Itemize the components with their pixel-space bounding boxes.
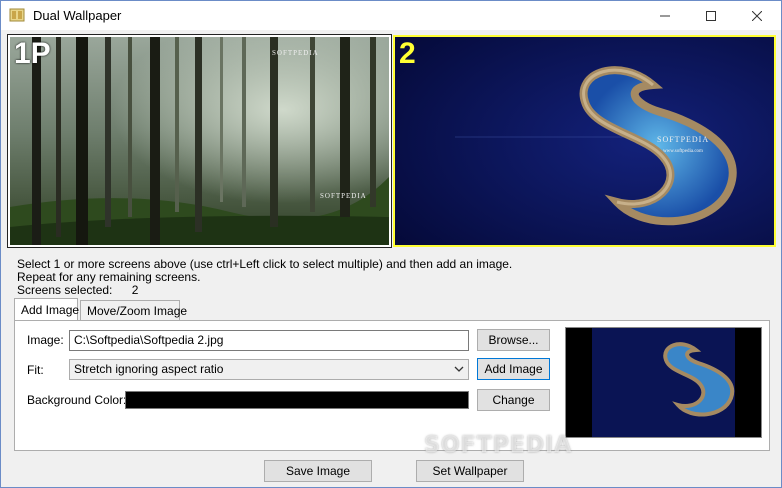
fit-select[interactable]: Stretch ignoring aspect ratio <box>69 359 469 380</box>
maximize-icon <box>706 10 716 21</box>
change-color-button[interactable]: Change <box>477 389 550 411</box>
window-title: Dual Wallpaper <box>33 8 122 23</box>
close-icon <box>752 10 762 21</box>
screen-1-preview[interactable]: 1P SOFTPEDIA SOFTPEDIA <box>7 34 392 248</box>
forest-wallpaper-image <box>10 37 389 245</box>
browse-button[interactable]: Browse... <box>477 329 550 351</box>
screen-1-watermark-top: SOFTPEDIA <box>272 49 319 57</box>
background-color-swatch[interactable] <box>125 391 469 409</box>
screen-2-label: 2 <box>399 37 416 70</box>
minimize-icon <box>660 15 670 16</box>
screens-selected-row: Screens selected: 2 <box>17 284 138 297</box>
image-path-field[interactable]: C:\Softpedia\Softpedia 2.jpg <box>69 330 469 351</box>
island-wallpaper-image <box>395 37 774 245</box>
screen-1-watermark-bottom: SOFTPEDIA <box>320 192 367 200</box>
save-image-button[interactable]: Save Image <box>264 460 372 482</box>
screens-selected-label: Screens selected: <box>17 283 113 297</box>
image-preview <box>565 327 762 438</box>
screen-2-watermark: SOFTPEDIA <box>657 135 710 144</box>
screen-2-watermark-url: www.softpedia.com <box>663 149 703 154</box>
screens-selected-value: 2 <box>131 283 139 297</box>
add-image-button[interactable]: Add Image <box>477 358 550 380</box>
tab-move-zoom-image[interactable]: Move/Zoom Image <box>80 300 187 320</box>
fit-label: Fit: <box>27 363 44 377</box>
screen-1-label: 1P <box>14 37 51 70</box>
chevron-down-icon <box>454 366 464 372</box>
softpedia-watermark: SOFTPEDIA <box>424 433 573 458</box>
background-color-label: Background Color: <box>27 393 127 407</box>
tab-add-image[interactable]: Add Image <box>14 298 79 320</box>
close-button[interactable] <box>734 1 780 30</box>
app-window: Dual Wallpaper 1P SOFTPEDIA SOFTPEDIA 2 … <box>0 0 782 488</box>
title-bar[interactable]: Dual Wallpaper <box>1 1 781 30</box>
set-wallpaper-button[interactable]: Set Wallpaper <box>416 460 524 482</box>
screen-2-preview[interactable]: 2 SOFTPEDIA www.softpedia.com <box>393 35 776 247</box>
minimize-button[interactable] <box>642 1 688 30</box>
image-label: Image: <box>27 333 64 347</box>
preview-island-image <box>566 328 761 437</box>
fit-select-value: Stretch ignoring aspect ratio <box>74 362 224 376</box>
maximize-button[interactable] <box>688 1 734 30</box>
app-icon <box>9 8 25 22</box>
